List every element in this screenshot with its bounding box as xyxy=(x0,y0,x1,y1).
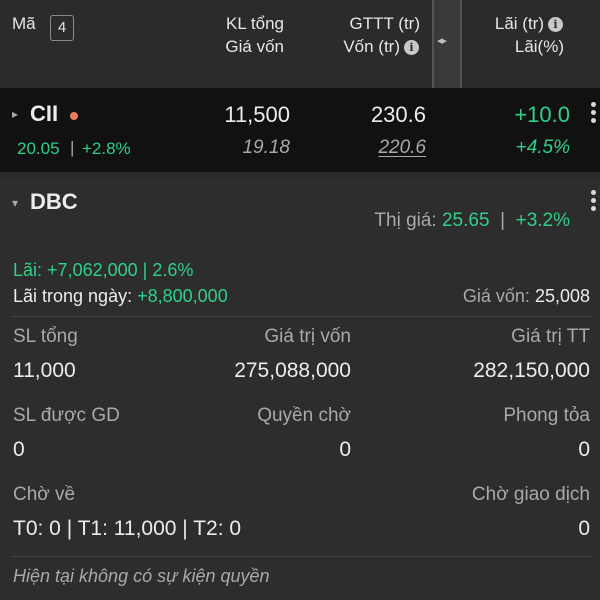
column-resize-handle[interactable]: ◂▸ xyxy=(432,0,462,88)
change-pct: +2.8% xyxy=(82,139,131,158)
market-value: 282,150,000 xyxy=(473,359,590,382)
total-qty-label: SL tổng xyxy=(13,326,78,347)
divider: | xyxy=(494,210,511,231)
rights: 0 xyxy=(339,438,351,461)
more-options-icon[interactable] xyxy=(591,102,597,126)
market-price: 25.65 xyxy=(441,210,490,231)
holding-detail-dbc: ▾ DBC Thị giá: 25.65 | +3.2% Lãi: +7,062… xyxy=(0,178,600,600)
market-value-label: Giá trị TT xyxy=(511,326,590,347)
table-header: Mã 4 KL tổng Giá vốn GTTT (tr) Vốn (tr) … xyxy=(0,0,600,88)
intraday-line: Lãi trong ngày: +8,800,000 xyxy=(13,286,228,307)
market-price-label: Thị giá: xyxy=(374,210,437,231)
market-change: +3.2% xyxy=(515,210,570,231)
holding-row-cii[interactable]: ▸ CII 20.05 | +2.8% 11,500 19.18 230.6 2… xyxy=(0,88,600,172)
col-mv-label: GTTT (tr) xyxy=(349,14,421,33)
profit-line: Lãi: +7,062,000 | 2.6% xyxy=(13,260,193,281)
divider-line xyxy=(12,316,592,317)
incoming: T0: 0 | T1: 11,000 | T2: 0 xyxy=(13,517,242,540)
intraday-label: Lãi trong ngày: xyxy=(13,286,133,306)
symbol[interactable]: CII xyxy=(30,101,58,127)
intraday-value: +8,800,000 xyxy=(137,286,228,306)
profit-value: +7,062,000 | 2.6% xyxy=(47,260,194,280)
resize-arrows-icon: ◂▸ xyxy=(437,35,447,47)
cost-value: 25,008 xyxy=(534,286,590,306)
total-qty: 11,000 xyxy=(13,359,76,382)
cost-line: Giá vốn: 25,008 xyxy=(463,286,590,307)
tradable: 0 xyxy=(13,438,25,461)
col-profit-label: Lãi (tr) xyxy=(494,14,544,33)
profit: +10.0 xyxy=(514,102,570,127)
market-price-line: Thị giá: 25.65 | +3.2% xyxy=(374,210,570,232)
col-cost-label: Giá vốn xyxy=(225,37,284,56)
cost-label: Giá vốn: xyxy=(462,286,530,306)
pending: 0 xyxy=(578,517,590,540)
capital: 275,088,000 xyxy=(234,359,351,382)
collapse-arrow-icon[interactable]: ▾ xyxy=(12,196,18,210)
blocked-label: Phong tỏa xyxy=(503,405,590,426)
capital: 220.6 xyxy=(378,137,426,158)
profit-label: Lãi: xyxy=(13,260,43,280)
col-qty-label: KL tổng xyxy=(226,14,284,33)
count-badge[interactable]: 4 xyxy=(50,15,74,41)
avg-cost: 19.18 xyxy=(242,137,290,158)
no-events-message: Hiện tại không có sự kiện quyền xyxy=(13,566,270,586)
col-profit-pct-label: Lãi(%) xyxy=(514,37,564,56)
profit-pct: +4.5% xyxy=(515,137,570,158)
pending-label: Chờ giao dịch xyxy=(471,484,590,505)
info-icon[interactable]: i xyxy=(404,40,419,55)
expand-arrow-icon[interactable]: ▸ xyxy=(12,107,18,121)
symbol[interactable]: DBC xyxy=(30,189,78,215)
divider: | xyxy=(70,138,75,157)
tradable-label: SL được GD xyxy=(13,405,120,426)
blocked: 0 xyxy=(578,438,590,461)
divider-line xyxy=(12,556,592,557)
more-options-icon[interactable] xyxy=(591,190,597,214)
total-qty: 11,500 xyxy=(224,102,290,127)
market-value: 230.6 xyxy=(370,102,426,127)
col-code-label: Mã xyxy=(12,14,36,33)
info-icon[interactable]: i xyxy=(548,17,563,32)
alert-dot-icon xyxy=(70,112,78,120)
price: 20.05 xyxy=(17,139,60,158)
capital-label: Giá trị vốn xyxy=(264,326,351,347)
col-capital-label: Vốn (tr) xyxy=(343,37,400,56)
rights-label: Quyền chờ xyxy=(257,405,351,426)
incoming-label: Chờ về xyxy=(13,484,76,505)
